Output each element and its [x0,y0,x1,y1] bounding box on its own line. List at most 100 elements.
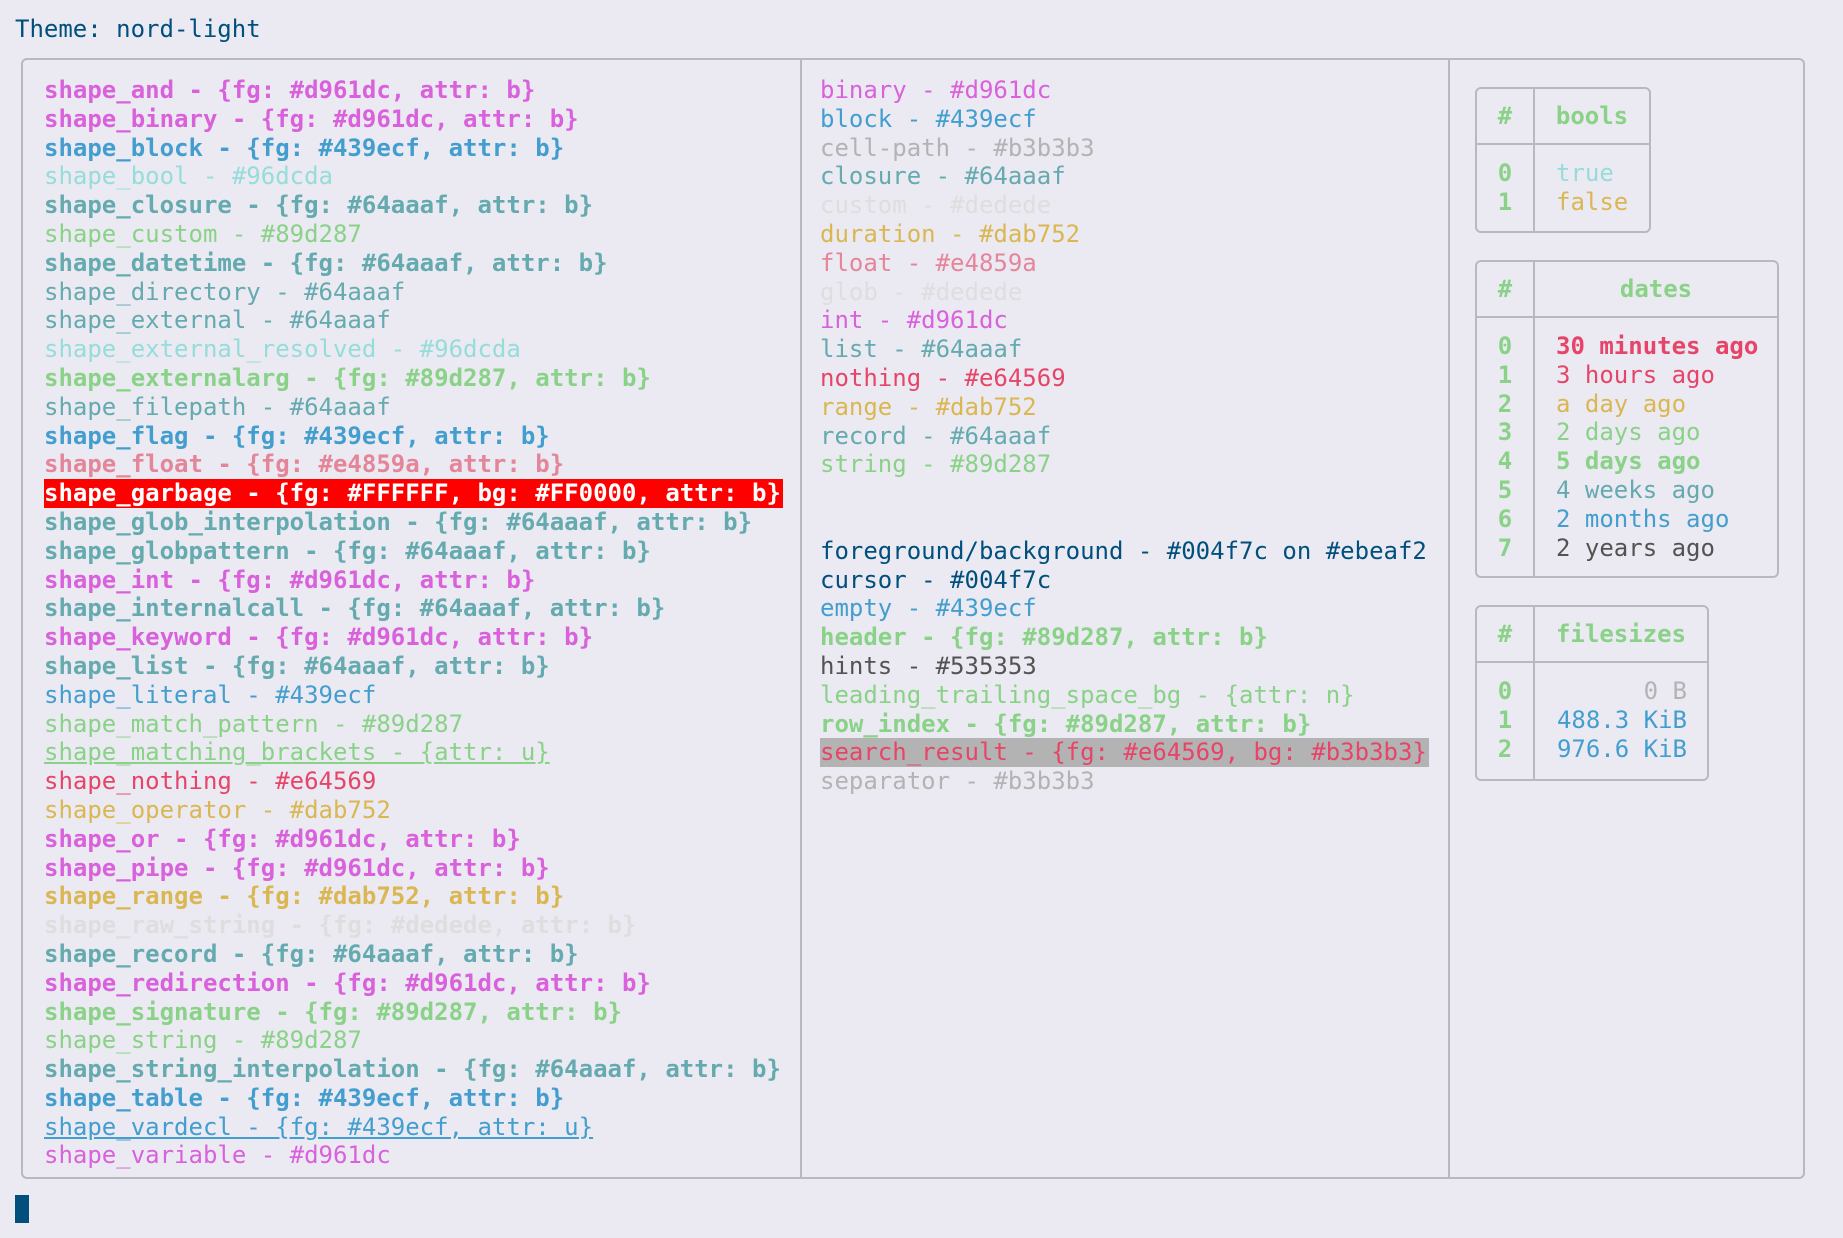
style-entry: empty - #439ecf [820,594,1429,623]
filesizes-table: # filesizes 0 0 B 1 488.3 KiB 2 976.6 KiB [1475,605,1709,781]
dates-table: # dates 0 30 minutes ago 1 3 hours ago 2 a da… [1475,260,1779,578]
style-entry-text: nothing - #e64569 [820,363,1066,392]
style-entry: shape_string - #89d287 [44,1026,783,1055]
style-entry-text: shape_signature - {fg: #89d287, attr: b} [44,997,622,1026]
style-entry: shape_glob_interpolation - {fg: #64aaaf,… [44,508,783,537]
style-entry: shape_signature - {fg: #89d287, attr: b} [44,998,783,1027]
table-row: 4 5 days ago [1477,447,1777,476]
style-entry: shape_externalarg - {fg: #89d287, attr: … [44,364,783,393]
table-row: 0 30 minutes ago [1477,332,1777,361]
style-entry: shape_custom - #89d287 [44,220,783,249]
style-entry-text: record - #64aaaf [820,421,1052,450]
style-entry-text: shape_block - {fg: #439ecf, attr: b} [44,133,565,162]
cell-value: a day ago [1556,389,1687,418]
row-index: 7 [1497,533,1513,562]
style-entry-text: search_result - {fg: #e64569, bg: #b3b3b… [820,738,1429,768]
table-row: 2 a day ago [1477,390,1777,419]
style-entry: block - #439ecf [820,105,1429,134]
style-entry-text: binary - #d961dc [820,76,1052,104]
table-row: 1 3 hours ago [1477,361,1777,390]
cell-value: 488.3 KiB [1556,705,1687,734]
cell-value: 2 months ago [1556,504,1730,533]
row-index: 1 [1497,187,1513,216]
style-entry: shape_raw_string - {fg: #dedede, attr: b… [44,911,783,940]
row-index: 1 [1497,705,1513,734]
ui-styles-list: foreground/background - #004f7c on #ebea… [820,537,1429,796]
cell-value: 4 weeks ago [1556,475,1715,504]
style-entry-text: shape_int - {fg: #d961dc, attr: b} [44,565,536,594]
style-entry-text: shape_and - {fg: #d961dc, attr: b} [44,76,536,104]
style-entry-text: foreground/background - #004f7c on #ebea… [820,536,1427,565]
row-index: 0 [1497,159,1513,187]
style-entry: search_result - {fg: #e64569, bg: #b3b3b… [820,738,1429,768]
row-index: 3 [1497,418,1513,447]
table-body: 0 true 1 false [1477,159,1649,217]
table-body: 0 30 minutes ago 1 3 hours ago 2 a day ago 3 2 … [1477,332,1777,562]
bools-table: # bools 0 true 1 false [1475,87,1651,233]
style-entry: row_index - {fg: #89d287, attr: b} [820,710,1429,739]
style-entry: custom - #dedede [820,191,1429,220]
style-entry: int - #d961dc [820,306,1429,335]
style-entry-text: shape_raw_string - {fg: #dedede, attr: b… [44,911,637,940]
style-entry: shape_matching_brackets - {attr: u} [44,738,783,767]
style-entry: shape_globpattern - {fg: #64aaaf, attr: … [44,537,783,566]
style-entry-text: shape_external_resolved - #96dcda [44,335,521,364]
style-entry-text: row_index - {fg: #89d287, attr: b} [820,709,1312,738]
table-header: # dates [1477,262,1777,318]
style-entry-text: shape_record - {fg: #64aaaf, attr: b} [44,939,579,968]
row-index: 1 [1497,360,1513,389]
row-index: 4 [1497,447,1513,476]
index-header: # [1497,102,1513,130]
cell-value: 2 days ago [1556,418,1701,447]
style-entry: shape_range - {fg: #dab752, attr: b} [44,882,783,911]
column-header: dates [1619,275,1693,303]
style-entry: shape_block - {fg: #439ecf, attr: b} [44,134,783,163]
table-row: 7 2 years ago [1477,534,1777,563]
column-separator [1448,60,1450,1177]
row-index: 0 [1497,332,1513,360]
style-entry-text: glob - #dedede [820,277,1023,306]
style-entry: duration - #dab752 [820,220,1429,249]
style-entry-text: float - #e4859a [820,248,1037,277]
style-entry-text: shape_redirection - {fg: #d961dc, attr: … [44,968,651,997]
type-styles-list: binary - #d961dc block - #439ecf cell-path… [820,76,1429,479]
table-row: 1 488.3 KiB [1477,706,1707,735]
style-entry: shape_directory - #64aaaf [44,278,783,307]
table-row: 6 2 months ago [1477,505,1777,534]
style-entry-text: range - #dab752 [820,392,1037,421]
style-entry-text: list - #64aaaf [820,335,1023,364]
row-index: 5 [1497,475,1513,504]
type-and-ui-styles-column: binary - #d961dc block - #439ecf cell-path… [820,76,1429,796]
style-entry-text: shape_float - {fg: #e4859a, attr: b} [44,450,565,479]
style-entry: shape_and - {fg: #d961dc, attr: b} [44,76,783,105]
column-header: bools [1555,102,1629,130]
style-entry: record - #64aaaf [820,422,1429,451]
style-entry-text: empty - #439ecf [820,594,1037,623]
style-entry: hints - #535353 [820,652,1429,681]
style-entry-text: shape_external - #64aaaf [44,306,391,335]
style-entry: cell-path - #b3b3b3 [820,134,1429,163]
style-entry-text: duration - #dab752 [820,219,1081,248]
style-entry: shape_pipe - {fg: #d961dc, attr: b} [44,854,783,883]
cell-value: 2 years ago [1556,533,1715,562]
index-header: # [1497,620,1513,648]
style-entry: closure - #64aaaf [820,162,1429,191]
terminal-cursor [15,1195,29,1223]
table-body: 0 0 B 1 488.3 KiB 2 976.6 KiB [1477,677,1707,763]
style-entry-text: shape_bool - #96dcda [44,162,333,191]
table-header: # bools [1477,89,1649,145]
style-entry-text: separator - #b3b3b3 [820,767,1095,796]
style-entry: shape_binary - {fg: #d961dc, attr: b} [44,105,783,134]
style-entry: shape_variable - #d961dc [44,1141,783,1170]
cell-value: 30 minutes ago [1556,332,1759,360]
style-entry-text: shape_globpattern - {fg: #64aaaf, attr: … [44,536,651,565]
style-entry: shape_external - #64aaaf [44,306,783,335]
style-entry: shape_match_pattern - #89d287 [44,710,783,739]
style-entry: binary - #d961dc [820,76,1429,105]
table-row: 3 2 days ago [1477,418,1777,447]
style-entry: shape_float - {fg: #e4859a, attr: b} [44,450,783,479]
column-header: filesizes [1555,620,1687,648]
style-entry-text: shape_glob_interpolation - {fg: #64aaaf,… [44,507,753,536]
style-entry-text: shape_or - {fg: #d961dc, attr: b} [44,824,521,853]
style-entry-text: shape_table - {fg: #439ecf, attr: b} [44,1083,565,1112]
